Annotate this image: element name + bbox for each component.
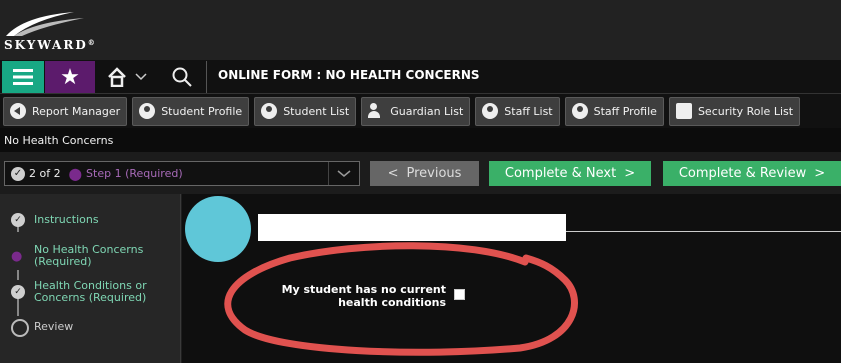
menu-button[interactable]	[2, 61, 44, 93]
home-button[interactable]	[98, 61, 156, 93]
top-header-bar	[0, 0, 841, 60]
report-manager-button[interactable]: Report Manager	[3, 96, 128, 126]
security-role-list-button[interactable]: Security Role List	[668, 96, 801, 126]
sidebar-item-review[interactable]: Review	[34, 321, 73, 333]
staff-profile-icon	[571, 103, 588, 119]
steps-sidebar: ✓ Instructions ● No Health Concerns (Req…	[0, 194, 181, 363]
step-connector	[17, 298, 19, 316]
breadcrumb: No Health Concerns	[4, 134, 114, 147]
step-count: 2 of 2	[29, 167, 61, 180]
check-circle-icon: ✓	[11, 285, 25, 299]
step-selected-label: Step 1 (Required)	[86, 167, 183, 180]
chevron-right-icon: >	[624, 166, 636, 181]
staff-profile-button[interactable]: Staff Profile	[564, 96, 664, 126]
student-profile-icon	[139, 103, 156, 119]
chevron-left-icon: <	[387, 166, 399, 181]
nav-divider	[206, 61, 207, 93]
chevron-right-icon: >	[814, 166, 826, 181]
sidebar-item-no-health-concerns[interactable]: No Health Concerns (Required)	[34, 244, 154, 268]
pin-icon: ⬤	[68, 166, 83, 181]
report-icon	[10, 103, 26, 119]
button-label: Staff List	[504, 104, 553, 118]
student-list-button[interactable]: Student List	[254, 96, 357, 126]
student-list-icon	[261, 103, 278, 119]
hamburger-icon	[13, 69, 33, 85]
complete-next-button[interactable]: Complete & Next >	[489, 161, 651, 186]
student-profile-button[interactable]: Student Profile	[132, 96, 250, 126]
button-label: Student List	[283, 104, 350, 118]
avatar	[185, 196, 251, 262]
check-circle-icon: ✓	[11, 213, 25, 227]
previous-button[interactable]: < Previous	[370, 161, 479, 186]
student-name-bar	[258, 214, 566, 241]
chevron-down-icon	[135, 73, 147, 81]
button-label: Staff Profile	[593, 104, 657, 118]
complete-next-label: Complete & Next	[504, 166, 617, 181]
header-divider	[566, 231, 841, 232]
quick-links-toolbar: Report Manager Student Profile Student L…	[0, 94, 841, 128]
previous-label: Previous	[406, 166, 462, 181]
sidebar-item-instructions[interactable]: Instructions	[34, 214, 99, 226]
staff-list-button[interactable]: Staff List	[475, 96, 560, 126]
search-button[interactable]	[160, 61, 204, 93]
breadcrumb-bar	[0, 128, 841, 152]
no-health-conditions-label: My student has no current health conditi…	[281, 283, 446, 309]
step-connector	[17, 270, 19, 280]
step-select[interactable]: ✓ 2 of 2 ⬤ Step 1 (Required)	[4, 161, 360, 186]
guardian-icon	[368, 103, 384, 119]
search-icon	[172, 67, 192, 87]
staff-list-icon	[482, 103, 499, 119]
swoosh-icon	[6, 12, 84, 36]
button-label: Guardian List	[390, 104, 464, 118]
pin-icon: ●	[11, 249, 23, 264]
guardian-list-button[interactable]: Guardian List	[361, 96, 471, 126]
security-role-icon	[675, 103, 692, 119]
button-label: Security Role List	[697, 104, 794, 118]
chevron-down-icon	[328, 162, 359, 185]
no-health-conditions-checkbox[interactable]	[454, 289, 465, 300]
empty-circle-icon	[11, 319, 29, 337]
check-circle-icon: ✓	[11, 166, 25, 181]
button-label: Student Profile	[161, 104, 243, 118]
star-icon: ★	[60, 64, 80, 90]
skyward-logo[interactable]: SKYWARD®	[4, 10, 104, 56]
button-label: Report Manager	[32, 104, 121, 118]
favorites-button[interactable]: ★	[45, 61, 95, 93]
sidebar-item-health-conditions[interactable]: Health Conditions or Concerns (Required)	[34, 280, 154, 304]
home-icon	[108, 67, 126, 87]
page-title: ONLINE FORM : NO HEALTH CONCERNS	[218, 68, 480, 82]
complete-review-label: Complete & Review	[678, 166, 807, 181]
logo-text: SKYWARD®	[4, 38, 95, 52]
complete-review-button[interactable]: Complete & Review >	[663, 161, 841, 186]
